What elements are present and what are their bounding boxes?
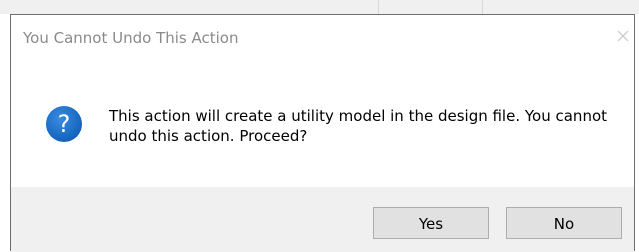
dialog-titlebar: You Cannot Undo This Action — [11, 15, 634, 63]
svg-text:?: ? — [58, 110, 71, 138]
message-dialog: You Cannot Undo This Action ? This actio — [10, 14, 635, 252]
close-icon[interactable] — [612, 25, 634, 47]
yes-button[interactable]: Yes — [373, 207, 489, 239]
question-icon: ? — [45, 105, 83, 143]
dialog-message: This action will create a utility model … — [109, 107, 608, 145]
dialog-content: ? This action will create a utility mode… — [11, 63, 634, 187]
dialog-title: You Cannot Undo This Action — [23, 29, 239, 47]
no-button[interactable]: No — [506, 207, 622, 239]
background-divider — [482, 0, 483, 14]
dialog-footer: Yes No — [11, 187, 634, 252]
background-window-strip — [0, 0, 639, 14]
background-divider — [378, 0, 379, 14]
